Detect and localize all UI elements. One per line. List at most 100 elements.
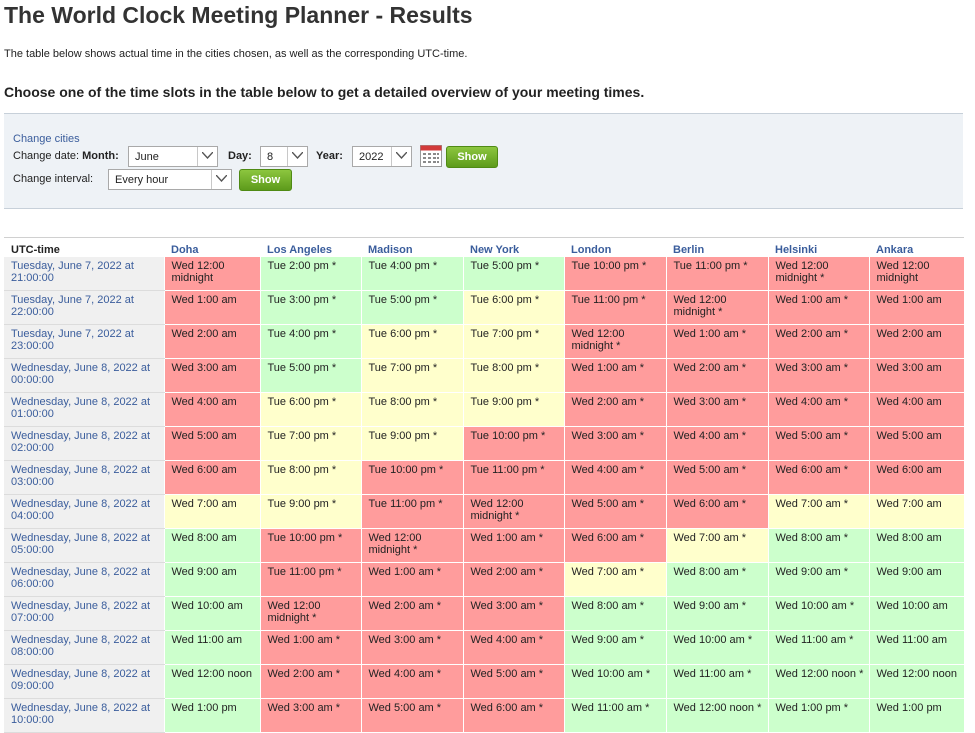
time-cell: Wed 10:00 am *	[564, 664, 667, 699]
time-cell: Wed 12:00 midnight *	[463, 494, 565, 529]
utc-time-link[interactable]: Wednesday, June 8, 2022 at 03:00:00	[4, 460, 165, 495]
utc-time-link[interactable]: Wednesday, June 8, 2022 at 04:00:00	[4, 494, 165, 529]
time-cell: Tue 6:00 pm *	[361, 324, 464, 359]
column-header-city[interactable]: London	[564, 237, 666, 257]
time-cell: Wed 2:00 am *	[361, 596, 464, 631]
time-cell: Tue 8:00 pm *	[463, 358, 565, 393]
column-header-city[interactable]: Ankara	[869, 237, 964, 257]
time-cell: Tue 8:00 pm *	[260, 460, 362, 495]
year-label: Year:	[316, 150, 343, 162]
time-cell: Tue 5:00 pm *	[260, 358, 362, 393]
time-cell: Wed 6:00 am *	[463, 698, 565, 733]
table-row[interactable]: Wednesday, June 8, 2022 at 08:00:00 Wed 1…	[4, 630, 965, 665]
chevron-down-icon	[197, 147, 217, 166]
interval-select[interactable]: Every hour	[108, 169, 232, 190]
year-select[interactable]: 2022	[352, 146, 412, 167]
table-row[interactable]: Tuesday, June 7, 2022 at 21:00:00 Wed 12:…	[4, 257, 965, 291]
time-cell: Wed 4:00 am *	[768, 392, 870, 427]
column-header-city[interactable]: Berlin	[666, 237, 768, 257]
time-cell: Wed 8:00 am	[164, 528, 261, 563]
time-cell: Tue 10:00 pm *	[564, 257, 667, 291]
column-header-city[interactable]: Helsinki	[768, 237, 869, 257]
day-select[interactable]: 8	[260, 146, 308, 167]
time-cell: Wed 5:00 am	[869, 426, 965, 461]
table-row[interactable]: Wednesday, June 8, 2022 at 07:00:00 Wed 1…	[4, 596, 965, 631]
time-cell: Wed 7:00 am *	[666, 528, 769, 563]
column-header-city[interactable]: Madison	[361, 237, 463, 257]
table-row[interactable]: Wednesday, June 8, 2022 at 09:00:00 Wed 1…	[4, 664, 965, 699]
time-cell: Tue 5:00 pm *	[361, 290, 464, 325]
month-select[interactable]: June	[128, 146, 218, 167]
table-header-row: UTC-time Doha Los Angeles Madison New York Lo…	[4, 237, 964, 257]
utc-time-link[interactable]: Wednesday, June 8, 2022 at 06:00:00	[4, 562, 165, 597]
show-interval-button[interactable]: Show	[239, 169, 292, 191]
time-cell: Tue 11:00 pm *	[564, 290, 667, 325]
time-cell: Wed 1:00 am *	[260, 630, 362, 665]
meeting-planner-table: UTC-time Doha Los Angeles Madison New York Lo…	[4, 237, 965, 733]
time-cell: Wed 3:00 am *	[768, 358, 870, 393]
utc-time-link[interactable]: Tuesday, June 7, 2022 at 22:00:00	[4, 290, 165, 325]
chevron-down-icon	[211, 170, 231, 189]
time-cell: Wed 4:00 am *	[564, 460, 667, 495]
table-row[interactable]: Wednesday, June 8, 2022 at 10:00:00 Wed 1…	[4, 698, 965, 733]
table-row[interactable]: Wednesday, June 8, 2022 at 05:00:00 Wed 8…	[4, 528, 965, 563]
table-row[interactable]: Wednesday, June 8, 2022 at 01:00:00 Wed 4…	[4, 392, 965, 427]
table-row[interactable]: Wednesday, June 8, 2022 at 00:00:00 Wed 3…	[4, 358, 965, 393]
utc-time-link[interactable]: Tuesday, June 7, 2022 at 23:00:00	[4, 324, 165, 359]
time-cell: Tue 4:00 pm *	[260, 324, 362, 359]
time-cell: Wed 3:00 am *	[564, 426, 667, 461]
change-date-label: Change date: Month:	[13, 150, 119, 162]
utc-time-link[interactable]: Wednesday, June 8, 2022 at 10:00:00	[4, 698, 165, 733]
change-cities-link[interactable]: Change cities	[13, 133, 80, 145]
time-cell: Wed 2:00 am *	[260, 664, 362, 699]
settings-panel: Change cities Change date: Month: June D…	[4, 113, 963, 209]
time-cell: Wed 1:00 am *	[666, 324, 769, 359]
utc-time-link[interactable]: Wednesday, June 8, 2022 at 09:00:00	[4, 664, 165, 699]
utc-time-link[interactable]: Wednesday, June 8, 2022 at 00:00:00	[4, 358, 165, 393]
time-cell: Tue 6:00 pm *	[463, 290, 565, 325]
time-cell: Wed 9:00 am *	[768, 562, 870, 597]
time-cell: Wed 9:00 am *	[666, 596, 769, 631]
time-cell: Wed 3:00 am	[164, 358, 261, 393]
utc-time-link[interactable]: Wednesday, June 8, 2022 at 02:00:00	[4, 426, 165, 461]
utc-time-link[interactable]: Wednesday, June 8, 2022 at 07:00:00	[4, 596, 165, 631]
interval-value: Every hour	[115, 174, 169, 186]
time-cell: Wed 1:00 am *	[361, 562, 464, 597]
table-row[interactable]: Wednesday, June 8, 2022 at 02:00:00 Wed 5…	[4, 426, 965, 461]
time-cell: Tue 11:00 pm *	[666, 257, 769, 291]
time-cell: Wed 3:00 am *	[666, 392, 769, 427]
time-cell: Tue 9:00 pm *	[260, 494, 362, 529]
utc-time-link[interactable]: Wednesday, June 8, 2022 at 08:00:00	[4, 630, 165, 665]
time-cell: Tue 9:00 pm *	[361, 426, 464, 461]
chevron-down-icon	[391, 147, 411, 166]
time-cell: Wed 8:00 am *	[564, 596, 667, 631]
show-date-button[interactable]: Show	[446, 146, 498, 168]
time-cell: Wed 3:00 am *	[260, 698, 362, 733]
column-header-city[interactable]: Doha	[164, 237, 260, 257]
utc-time-link[interactable]: Wednesday, June 8, 2022 at 01:00:00	[4, 392, 165, 427]
time-cell: Wed 4:00 am *	[666, 426, 769, 461]
time-cell: Wed 2:00 am	[869, 324, 965, 359]
column-header-city[interactable]: New York	[463, 237, 564, 257]
change-interval-label: Change interval:	[13, 173, 94, 185]
utc-time-link[interactable]: Wednesday, June 8, 2022 at 05:00:00	[4, 528, 165, 563]
column-header-city[interactable]: Los Angeles	[260, 237, 361, 257]
table-row[interactable]: Tuesday, June 7, 2022 at 22:00:00 Wed 1:0…	[4, 290, 965, 325]
utc-time-link[interactable]: Tuesday, June 7, 2022 at 21:00:00	[4, 257, 165, 291]
time-cell: Tue 4:00 pm *	[361, 257, 464, 291]
time-cell: Tue 11:00 pm *	[260, 562, 362, 597]
calendar-icon[interactable]	[420, 145, 442, 172]
table-row[interactable]: Wednesday, June 8, 2022 at 03:00:00 Wed 6…	[4, 460, 965, 495]
time-cell: Wed 4:00 am *	[361, 664, 464, 699]
chevron-down-icon	[287, 147, 307, 166]
month-value: June	[135, 151, 159, 163]
time-cell: Wed 10:00 am	[164, 596, 261, 631]
time-cell: Wed 1:00 am	[164, 290, 261, 325]
table-row[interactable]: Tuesday, June 7, 2022 at 23:00:00 Wed 2:0…	[4, 324, 965, 359]
time-cell: Wed 1:00 am *	[768, 290, 870, 325]
time-cell: Wed 4:00 am	[869, 392, 965, 427]
table-row[interactable]: Wednesday, June 8, 2022 at 06:00:00 Wed 9…	[4, 562, 965, 597]
time-cell: Wed 9:00 am	[164, 562, 261, 597]
time-cell: Wed 10:00 am	[869, 596, 965, 631]
table-row[interactable]: Wednesday, June 8, 2022 at 04:00:00 Wed 7…	[4, 494, 965, 529]
